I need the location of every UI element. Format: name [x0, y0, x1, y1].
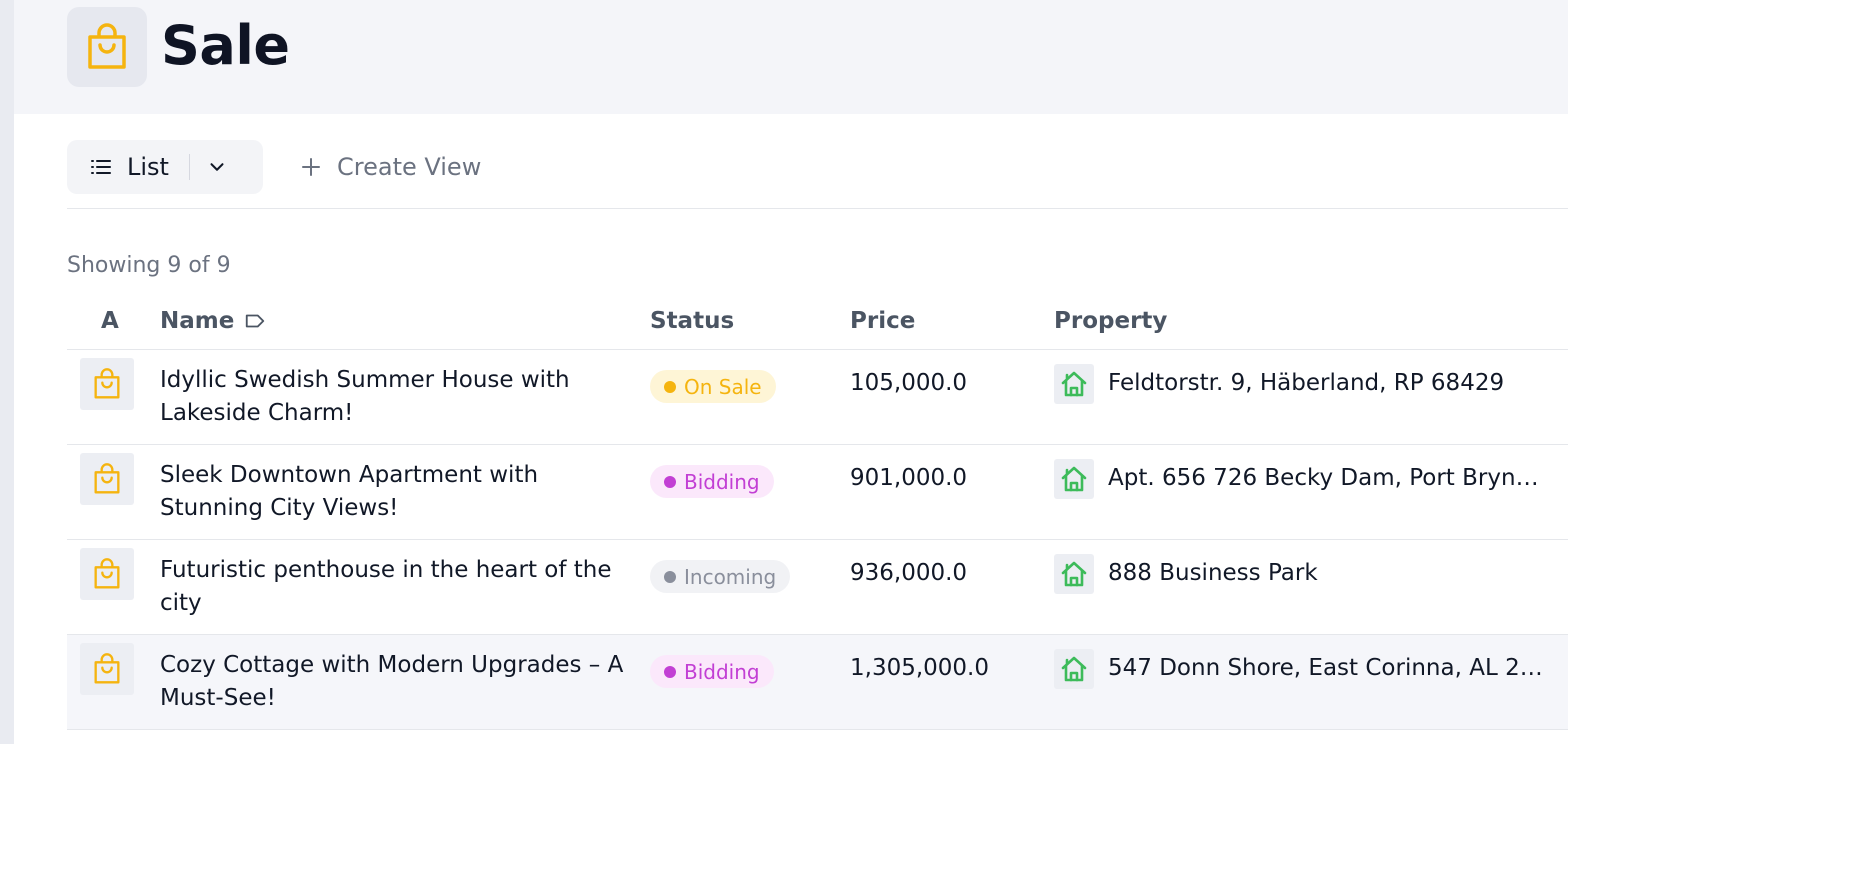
- records-table: A Name Status Price Property Idyllic Swe…: [67, 298, 1568, 730]
- create-view-button[interactable]: Create View: [299, 140, 481, 194]
- status-badge[interactable]: Bidding: [650, 465, 774, 498]
- status-label: Bidding: [684, 469, 760, 494]
- status-label: Bidding: [684, 659, 760, 684]
- toolbar-divider: [67, 208, 1568, 209]
- chevron-down-icon[interactable]: [206, 156, 228, 178]
- row-name[interactable]: Futuristic penthouse in the heart of the…: [160, 554, 630, 620]
- page-header: Sale: [14, 0, 1568, 114]
- status-dot: [664, 380, 676, 393]
- row-price: 105,000.0: [850, 370, 968, 396]
- table-header: A Name Status Price Property: [67, 298, 1568, 350]
- status-badge[interactable]: Bidding: [650, 655, 774, 688]
- shopping-bag-icon[interactable]: [80, 643, 134, 695]
- house-icon[interactable]: [1054, 649, 1094, 689]
- view-label: List: [127, 153, 169, 181]
- row-property[interactable]: Feldtorstr. 9, Häberland, RP 68429: [1108, 370, 1553, 396]
- status-dot: [664, 475, 676, 488]
- table-row[interactable]: Sleek Downtown Apartment with Stunning C…: [67, 445, 1568, 540]
- column-header-property[interactable]: Property: [1054, 308, 1167, 334]
- row-name[interactable]: Idyllic Swedish Summer House with Lakesi…: [160, 364, 630, 430]
- table-row[interactable]: Futuristic penthouse in the heart of the…: [67, 540, 1568, 635]
- house-icon[interactable]: [1054, 364, 1094, 404]
- table-body: Idyllic Swedish Summer House with Lakesi…: [67, 350, 1568, 730]
- table-row[interactable]: Cozy Cottage with Modern Upgrades – A Mu…: [67, 635, 1568, 730]
- house-icon[interactable]: [1054, 459, 1094, 499]
- row-property[interactable]: 888 Business Park: [1108, 560, 1553, 586]
- status-label: On Sale: [684, 374, 762, 399]
- shopping-bag-icon[interactable]: [80, 453, 134, 505]
- shopping-bag-icon[interactable]: [80, 358, 134, 410]
- status-dot: [664, 570, 676, 583]
- record-count: Showing 9 of 9: [67, 253, 231, 278]
- page-title: Sale: [161, 14, 290, 77]
- list-icon: [91, 160, 111, 174]
- row-name[interactable]: Sleek Downtown Apartment with Stunning C…: [160, 459, 630, 525]
- row-name[interactable]: Cozy Cottage with Modern Upgrades – A Mu…: [160, 649, 630, 715]
- house-icon[interactable]: [1054, 554, 1094, 594]
- row-property[interactable]: 547 Donn Shore, East Corinna, AL 23326: [1108, 655, 1553, 681]
- row-price: 1,305,000.0: [850, 655, 989, 681]
- row-price: 901,000.0: [850, 465, 968, 491]
- create-view-label: Create View: [337, 153, 482, 181]
- plus-icon: [302, 158, 320, 176]
- view-switcher[interactable]: List: [67, 140, 263, 194]
- tag-icon: [246, 314, 265, 328]
- status-label: Incoming: [684, 564, 777, 589]
- status-badge[interactable]: Incoming: [650, 560, 791, 593]
- shopping-bag-icon[interactable]: [80, 548, 134, 600]
- status-dot: [664, 665, 676, 678]
- column-header-name[interactable]: Name: [160, 308, 266, 334]
- table-row[interactable]: Idyllic Swedish Summer House with Lakesi…: [67, 350, 1568, 445]
- column-header-a[interactable]: A: [101, 308, 119, 334]
- row-price: 936,000.0: [850, 560, 968, 586]
- column-header-price[interactable]: Price: [850, 308, 915, 334]
- view-separator: [188, 154, 190, 180]
- column-header-status[interactable]: Status: [650, 308, 734, 334]
- toolbar: List Create View: [67, 140, 1568, 194]
- shopping-bag-icon: [67, 7, 147, 87]
- left-rail: [0, 0, 14, 744]
- row-property[interactable]: Apt. 656 726 Becky Dam, Port Brynn, NY 1…: [1108, 465, 1553, 491]
- status-badge[interactable]: On Sale: [650, 370, 776, 403]
- column-header-name-label: Name: [160, 308, 235, 334]
